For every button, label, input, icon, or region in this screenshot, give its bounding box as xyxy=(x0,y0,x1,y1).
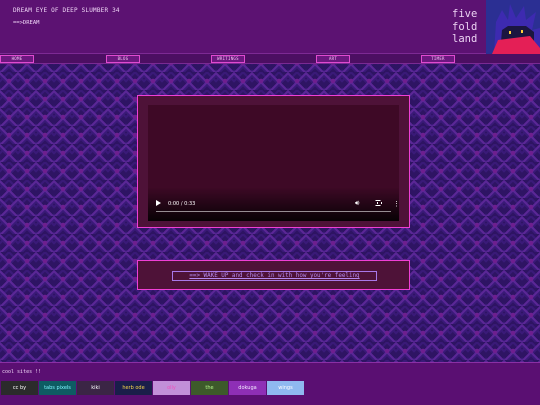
footer: cool sites !! cc by tabs pixels kiki her… xyxy=(0,362,540,405)
volume-icon[interactable]: 🔊︎ xyxy=(355,199,359,207)
nav-timer[interactable]: TIMER xyxy=(421,55,455,63)
video-time: 0:00 / 0:33 xyxy=(168,201,196,207)
site-badge[interactable]: dokuga xyxy=(229,381,266,395)
site-badge[interactable]: kiki xyxy=(77,381,114,395)
fullscreen-icon[interactable] xyxy=(375,200,382,206)
site-badge[interactable]: olly xyxy=(153,381,190,395)
dream-link[interactable]: ==>DREAM xyxy=(13,20,40,26)
nav-blog[interactable]: BLOG xyxy=(106,55,140,63)
more-options-icon[interactable]: ⋮ xyxy=(393,200,400,208)
nav-writings[interactable]: WRITINGS xyxy=(211,55,245,63)
play-icon[interactable] xyxy=(156,200,161,206)
cool-sites-label: cool sites !! xyxy=(2,369,42,375)
site-badge[interactable]: cc by xyxy=(1,381,38,395)
page-title: DREAM EYE OF DEEP SLUMBER 34 xyxy=(13,7,120,14)
video-player[interactable]: 0:00 / 0:33 🔊︎ ⋮ xyxy=(148,105,400,221)
wake-panel: ==> WAKE UP and check in with how you're… xyxy=(137,260,410,290)
video-panel: 0:00 / 0:33 🔊︎ ⋮ xyxy=(137,95,410,228)
site-badge[interactable]: herb ode xyxy=(115,381,152,395)
wake-up-link[interactable]: ==> WAKE UP and check in with how you're… xyxy=(172,271,377,281)
site-badge[interactable]: the xyxy=(191,381,228,395)
logo-creature-icon xyxy=(486,0,540,54)
nav-home[interactable]: HOME xyxy=(0,55,34,63)
logo-line: five xyxy=(452,8,478,20)
video-controls: 0:00 / 0:33 🔊︎ ⋮ xyxy=(148,187,400,221)
video-progress-bar[interactable] xyxy=(156,211,391,212)
site-logo-text[interactable]: five fold land xyxy=(452,8,486,46)
nav-art[interactable]: ART xyxy=(316,55,350,63)
site-header: DREAM EYE OF DEEP SLUMBER 34 ==>DREAM fi… xyxy=(0,0,540,54)
nav-bar: HOME BLOG WRITINGS ART TIMER xyxy=(0,54,540,64)
site-badge[interactable]: tabs pixels xyxy=(39,381,76,395)
logo-line: land xyxy=(452,33,478,46)
site-badge[interactable]: wings xyxy=(267,381,304,395)
logo-line: fold xyxy=(452,20,478,33)
